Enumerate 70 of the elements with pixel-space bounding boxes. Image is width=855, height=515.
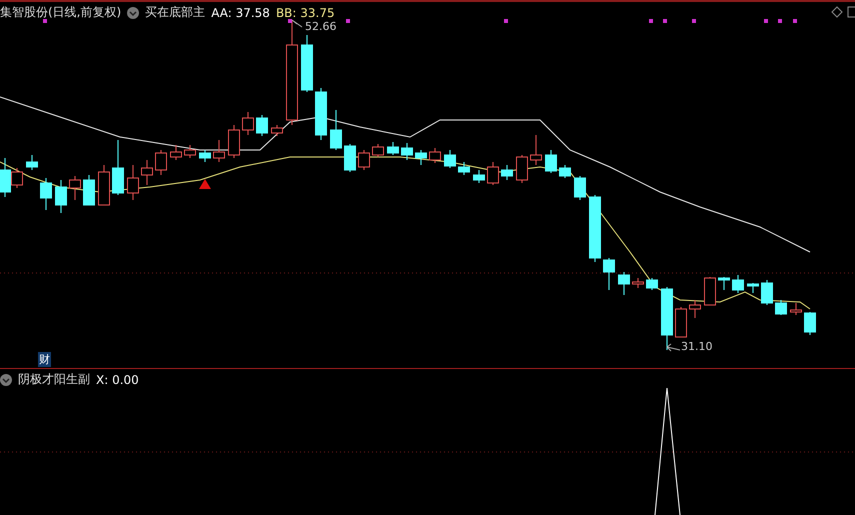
- candlestick: [530, 134, 542, 166]
- candlestick: [40, 178, 52, 210]
- candlestick: [358, 150, 370, 170]
- candlestick: [761, 280, 773, 306]
- candlestick: [83, 174, 95, 206]
- indicator-reading: BB: 33.75: [276, 6, 335, 20]
- candlestick: [516, 154, 528, 184]
- candlestick: [271, 124, 283, 136]
- candlestick: [330, 110, 342, 150]
- candlestick: [790, 302, 802, 316]
- finance-badge[interactable]: 财: [38, 352, 51, 367]
- candlestick: [747, 282, 759, 294]
- candlestick: [112, 140, 124, 196]
- candlestick: [775, 300, 787, 316]
- pointer-arrow: [666, 344, 680, 352]
- diamond-icon[interactable]: [831, 6, 843, 18]
- candlestick: [589, 194, 601, 262]
- candlestick: [242, 112, 254, 136]
- dropdown-icon[interactable]: [127, 6, 140, 18]
- candlestick: [444, 150, 456, 168]
- candlestick: [415, 150, 427, 166]
- candlestick: [487, 162, 499, 186]
- candlestick: [26, 154, 38, 170]
- candlestick: [473, 170, 485, 184]
- candlestick: [661, 286, 673, 350]
- candlestick: [646, 278, 658, 290]
- candlestick: [401, 142, 413, 160]
- indicator-name: 阴极才阳生副: [18, 371, 90, 388]
- stock-title: 集智股份(日线,前复权): [0, 4, 122, 21]
- pointer-arrow: [292, 20, 302, 28]
- candlestick: [256, 114, 268, 136]
- candlestick: [804, 312, 816, 336]
- candlestick: [732, 274, 744, 294]
- candlestick: [315, 88, 327, 140]
- candlestick: [69, 176, 81, 200]
- triangle-icon: [199, 179, 211, 189]
- candlestick: [689, 300, 701, 318]
- candlestick: [429, 148, 441, 164]
- panel-icon[interactable]: [847, 6, 855, 18]
- candlestick: [155, 150, 167, 176]
- candlestick: [127, 164, 139, 200]
- candlestick: [545, 150, 557, 174]
- indicator-name: 买在底部主: [145, 4, 206, 21]
- low-price-label: 31.10: [681, 340, 712, 353]
- candlestick: [501, 164, 513, 180]
- candlestick: [574, 176, 586, 200]
- indicator-reading: AA: 37.58: [211, 6, 270, 20]
- candlestick: [704, 276, 716, 306]
- candlestick: [213, 140, 225, 162]
- candlestick: [632, 278, 644, 288]
- candlestick: [372, 144, 384, 158]
- candlestick: [603, 258, 615, 290]
- candlestick: [618, 272, 630, 296]
- candlestick: [301, 34, 313, 92]
- candlestick: [228, 124, 240, 158]
- candlestick: [387, 142, 399, 156]
- candlestick: [55, 180, 67, 214]
- dropdown-icon[interactable]: [0, 374, 12, 386]
- candlestick: [675, 306, 687, 338]
- candlestick: [718, 276, 730, 290]
- candlestick: [170, 144, 182, 160]
- candlestick: [199, 150, 211, 162]
- candlestick: [141, 160, 153, 186]
- candlestick: [184, 144, 196, 158]
- candlestick: [98, 164, 110, 206]
- candlestick: [344, 144, 356, 172]
- candlestick: [559, 164, 571, 178]
- high-price-label: 52.66: [305, 20, 336, 33]
- indicator-reading: X: 0.00: [96, 372, 139, 386]
- candlestick: [458, 162, 470, 176]
